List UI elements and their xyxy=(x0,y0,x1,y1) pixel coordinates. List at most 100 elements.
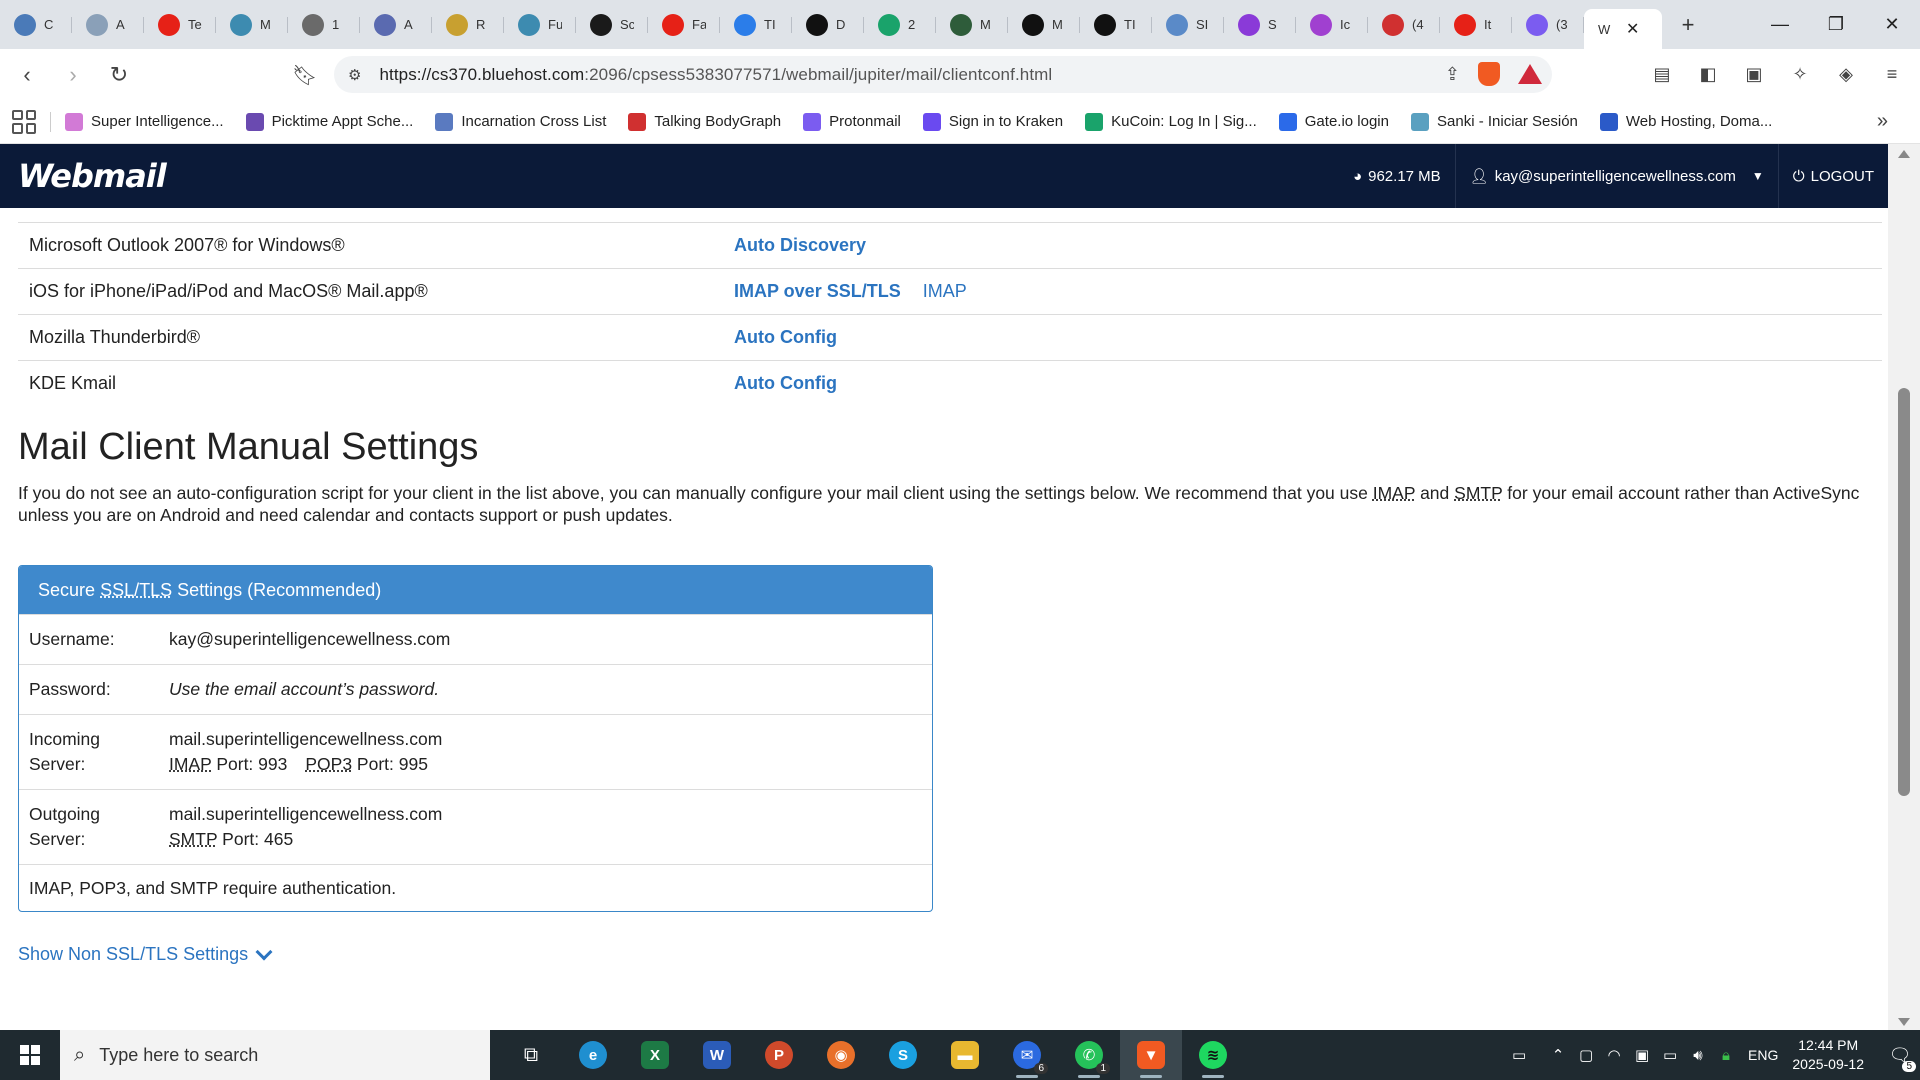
site-info-icon[interactable]: ⚙︎ xyxy=(348,66,361,84)
incoming-ports: IMAP Port: 993 POP3 Port: 995 xyxy=(169,752,442,777)
browser-tab[interactable]: C xyxy=(0,7,72,43)
browser-tab[interactable]: M xyxy=(216,7,288,43)
browser-tab[interactable]: TI xyxy=(1080,7,1152,43)
browser-tab[interactable]: Fa xyxy=(648,7,720,43)
meet-now-icon[interactable]: ▢ xyxy=(1572,1046,1600,1064)
taskbar-skype[interactable]: S xyxy=(872,1030,934,1080)
client-config-link[interactable]: Auto Config xyxy=(734,373,837,394)
language-indicator[interactable]: ENG xyxy=(1748,1047,1778,1063)
wifi-icon[interactable]: ◠ xyxy=(1600,1046,1628,1064)
brave-shields-icon[interactable] xyxy=(1478,62,1500,86)
vpn-icon[interactable]: ◈ xyxy=(1828,56,1864,92)
bookmark-item[interactable]: Super Intelligence... xyxy=(65,112,224,131)
bookmark-label: Sanki - Iniciar Sesión xyxy=(1437,113,1578,130)
bookmark-item[interactable]: Protonmail xyxy=(803,112,901,131)
security-icon[interactable]: 🔒︎ xyxy=(1712,1047,1740,1064)
taskbar-search[interactable]: ⌕ Type here to search xyxy=(60,1030,490,1080)
battery-icon[interactable]: ▭ xyxy=(1656,1046,1684,1064)
bookmark-item[interactable]: KuCoin: Log In | Sig... xyxy=(1085,112,1257,131)
browser-tab[interactable]: A xyxy=(360,7,432,43)
bookmark-item[interactable]: Talking BodyGraph xyxy=(628,112,781,131)
new-tab-button[interactable]: + xyxy=(1668,12,1708,38)
apps-grid-icon[interactable] xyxy=(12,109,36,134)
volume-icon[interactable]: 🔊︎ xyxy=(1684,1047,1712,1064)
taskbar-clock[interactable]: 12:44 PM 2025-09-12 xyxy=(1792,1036,1864,1074)
browser-tab[interactable]: TI xyxy=(720,7,792,43)
taskbar-whatsapp[interactable]: ✆ 1 xyxy=(1058,1030,1120,1080)
news-widget-icon[interactable]: ▭ xyxy=(1494,1046,1544,1064)
disk-usage[interactable]: ◕ 962.17 MB xyxy=(1339,144,1455,208)
bookmark-item[interactable]: Gate.io login xyxy=(1278,112,1389,131)
client-config-link[interactable]: Auto Config xyxy=(734,327,837,348)
tray-overflow-icon[interactable]: ⌃ xyxy=(1544,1046,1572,1064)
bookmark-item[interactable]: Picktime Appt Sche... xyxy=(245,112,413,131)
taskbar-edge[interactable]: e xyxy=(562,1030,624,1080)
account-menu[interactable]: 👤︎ kay@superintelligencewellness.com ▼ xyxy=(1454,144,1778,208)
edge-icon: e xyxy=(579,1041,607,1069)
browser-tab[interactable]: M xyxy=(936,7,1008,43)
taskbar-firefox[interactable]: ◉ xyxy=(810,1030,872,1080)
taskbar-word[interactable]: W xyxy=(686,1030,748,1080)
scroll-up-icon[interactable] xyxy=(1898,150,1910,158)
browser-tab[interactable]: Sc xyxy=(576,7,648,43)
browser-tab[interactable]: Te xyxy=(144,7,216,43)
browser-tab[interactable]: D xyxy=(792,7,864,43)
taskbar-excel[interactable]: X xyxy=(624,1030,686,1080)
scroll-down-icon[interactable] xyxy=(1898,1018,1910,1026)
reload-button[interactable]: ↻ xyxy=(100,56,138,94)
client-config-link[interactable]: Auto Discovery xyxy=(734,235,866,256)
webmail-logo[interactable]: Webmail xyxy=(18,157,167,195)
menu-icon[interactable]: ≡ xyxy=(1874,56,1910,92)
taskbar-spotify[interactable]: ≋ xyxy=(1182,1030,1244,1080)
bookmark-item[interactable]: Incarnation Cross List xyxy=(435,112,606,131)
tab-favicon-icon xyxy=(374,13,396,36)
share-icon[interactable]: ⇪ xyxy=(1445,64,1460,85)
wallet-icon[interactable]: ▣ xyxy=(1736,56,1772,92)
brave-rewards-icon[interactable] xyxy=(1518,64,1542,84)
browser-tab[interactable]: A xyxy=(72,7,144,43)
browser-tab[interactable]: 2 xyxy=(864,7,936,43)
bookmark-item[interactable]: Sign in to Kraken xyxy=(922,112,1063,131)
window-close-button[interactable]: ✕ xyxy=(1864,0,1920,49)
address-bar[interactable]: ⚙︎ https://cs370.bluehost.com:2096/cpses… xyxy=(334,56,1552,93)
sidebar-icon[interactable]: ◧ xyxy=(1690,56,1726,92)
browser-tab[interactable]: It xyxy=(1440,7,1512,43)
taskbar-mail[interactable]: ✉ 6 xyxy=(996,1030,1058,1080)
active-browser-tab[interactable]: W ✕ xyxy=(1584,9,1662,49)
back-button[interactable]: ‹ xyxy=(8,56,46,94)
browser-tab[interactable]: 1 xyxy=(288,7,360,43)
forward-arrow-icon: › xyxy=(69,61,77,87)
client-config-link[interactable]: IMAP over SSL/TLS xyxy=(734,281,901,302)
browser-tab[interactable]: M xyxy=(1008,7,1080,43)
reader-mode-icon[interactable]: ▤ xyxy=(1644,56,1680,92)
show-non-ssl-settings-link[interactable]: Show Non SSL/TLS Settings xyxy=(18,943,273,965)
logout-button[interactable]: ⏻ LOGOUT xyxy=(1777,144,1888,208)
notifications-button[interactable]: 🗨︎ 5 xyxy=(1880,1045,1920,1072)
browser-tab[interactable]: (4 xyxy=(1368,7,1440,43)
browser-tab[interactable]: R xyxy=(432,7,504,43)
bookmark-item[interactable]: Sanki - Iniciar Sesión xyxy=(1411,112,1578,131)
page-scrollbar[interactable] xyxy=(1888,144,1920,1030)
display-icon[interactable]: ▣ xyxy=(1628,1046,1656,1064)
scroll-thumb[interactable] xyxy=(1898,388,1910,796)
browser-tab[interactable]: S xyxy=(1224,7,1296,43)
restore-button[interactable]: ❐ xyxy=(1808,0,1864,49)
start-button[interactable] xyxy=(0,1030,60,1080)
minimize-button[interactable]: — xyxy=(1752,0,1808,49)
taskbar-powerpoint[interactable]: P xyxy=(748,1030,810,1080)
bookmark-page-icon[interactable]: 🔖︎ xyxy=(292,63,317,88)
bookmark-item[interactable]: Web Hosting, Doma... xyxy=(1599,112,1772,131)
leo-ai-icon[interactable]: ✧ xyxy=(1782,56,1818,92)
browser-tab[interactable]: (3 xyxy=(1512,7,1584,43)
browser-tab[interactable]: Ic xyxy=(1296,7,1368,43)
task-view-button[interactable]: ⧉ xyxy=(500,1030,562,1080)
forward-button[interactable]: › xyxy=(54,56,92,94)
taskbar-brave[interactable]: ▼ xyxy=(1120,1030,1182,1080)
taskbar-file-explorer[interactable]: ▬ xyxy=(934,1030,996,1080)
client-config-link[interactable]: IMAP xyxy=(923,281,967,302)
browser-tab[interactable]: SI xyxy=(1152,7,1224,43)
more-bookmarks-button[interactable]: » xyxy=(1877,110,1888,133)
tab-close-icon[interactable]: ✕ xyxy=(1626,19,1639,39)
bookmark-favicon-icon xyxy=(1085,112,1104,131)
browser-tab[interactable]: Fu xyxy=(504,7,576,43)
